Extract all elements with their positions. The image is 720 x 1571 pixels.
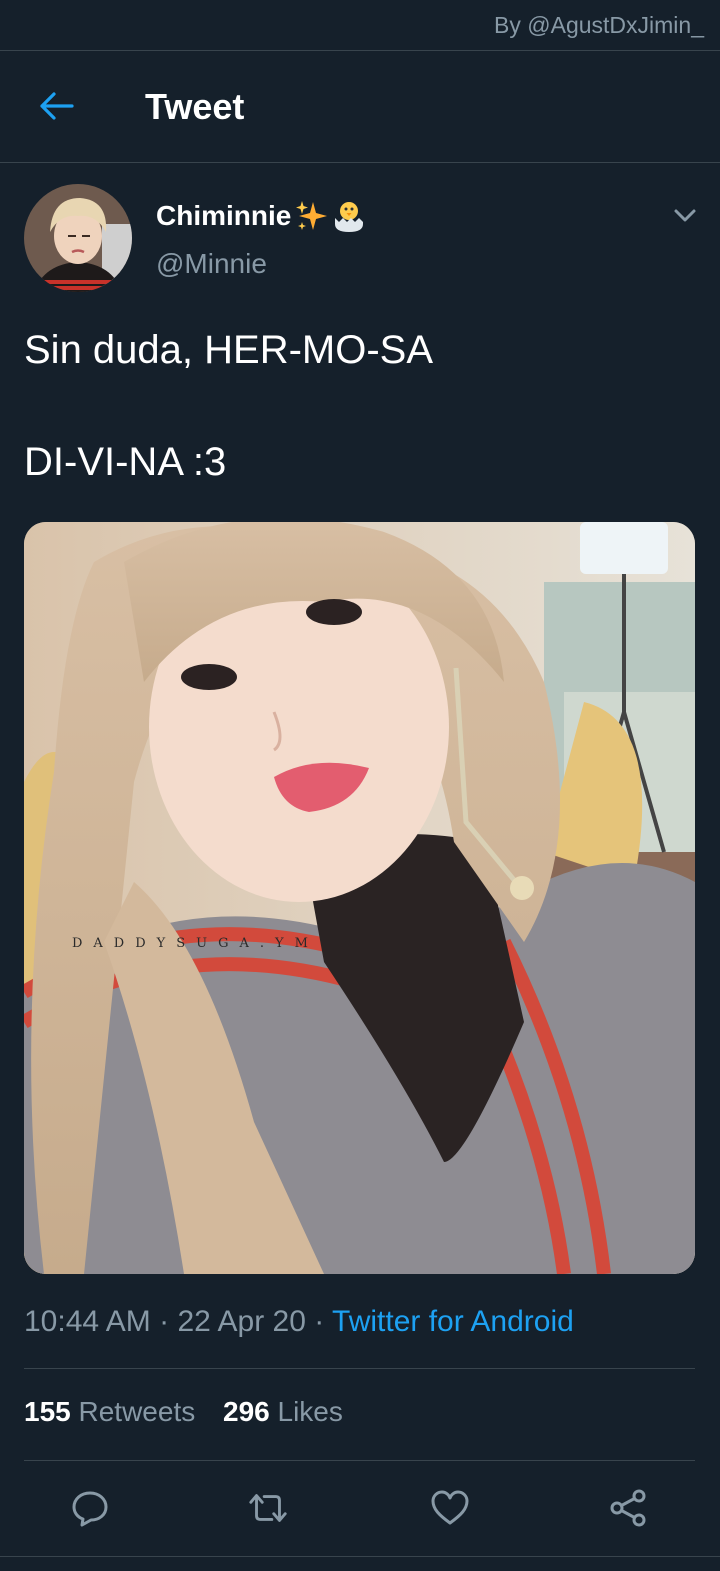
tweet-photo[interactable] bbox=[24, 522, 695, 1274]
author-display-name: Chiminnie bbox=[156, 200, 292, 231]
tweet-source-link[interactable]: Twitter for Android bbox=[332, 1305, 574, 1338]
meta-separator: · bbox=[159, 1305, 170, 1338]
heart-icon bbox=[431, 1490, 469, 1525]
share-button[interactable] bbox=[606, 1486, 650, 1530]
reply-button[interactable] bbox=[68, 1486, 112, 1530]
divider bbox=[24, 1368, 695, 1369]
sparkles-emoji-icon bbox=[296, 201, 328, 230]
top-app-bar: Tweet bbox=[0, 50, 720, 163]
tweet-action-bar bbox=[0, 1480, 720, 1536]
page-title: Tweet bbox=[145, 86, 245, 127]
back-arrow-icon bbox=[40, 92, 74, 120]
retweet-button[interactable] bbox=[246, 1486, 290, 1530]
reply-icon bbox=[72, 1491, 108, 1527]
divider bbox=[24, 1460, 695, 1461]
meta-separator: · bbox=[314, 1305, 325, 1338]
hatching-chick-emoji-icon bbox=[335, 202, 364, 232]
author-name-row[interactable]: Chiminnie bbox=[156, 196, 367, 236]
tweet-text: Sin duda, HER-MO-SA DI-VI-NA :3 bbox=[24, 322, 694, 490]
tweet-date: 22 Apr 20 bbox=[177, 1305, 306, 1338]
credit-text: By @AgustDxJimin_ bbox=[494, 12, 704, 38]
retweets-label: Retweets bbox=[78, 1396, 196, 1427]
retweets-count: 155 bbox=[24, 1396, 71, 1427]
credit-bar: By @AgustDxJimin_ bbox=[0, 0, 720, 51]
back-button[interactable] bbox=[32, 86, 80, 126]
chevron-down-icon[interactable] bbox=[670, 200, 700, 230]
like-button[interactable] bbox=[428, 1486, 472, 1530]
likes-label: Likes bbox=[277, 1396, 343, 1427]
author-handle: @Minnie bbox=[156, 248, 267, 279]
avatar[interactable] bbox=[24, 184, 132, 292]
tweet-text-line: DI-VI-NA :3 bbox=[24, 440, 227, 484]
retweet-icon bbox=[249, 1494, 287, 1522]
bottom-divider bbox=[0, 1556, 720, 1557]
likes-count: 296 bbox=[223, 1396, 270, 1427]
tweet-metadata: 10:44 AM · 22 Apr 20 · Twitter for Andro… bbox=[24, 1305, 574, 1339]
likes-stat[interactable]: 296 Likes bbox=[223, 1396, 343, 1427]
tweet-text-line: Sin duda, HER-MO-SA bbox=[24, 328, 434, 372]
tweet-stats: 155 Retweets 296 Likes bbox=[24, 1396, 343, 1428]
tweet-time: 10:44 AM bbox=[24, 1305, 151, 1338]
share-icon bbox=[610, 1489, 646, 1527]
photo-watermark: DADDYSUGA.YM bbox=[72, 936, 319, 951]
retweets-stat[interactable]: 155 Retweets bbox=[24, 1396, 195, 1427]
